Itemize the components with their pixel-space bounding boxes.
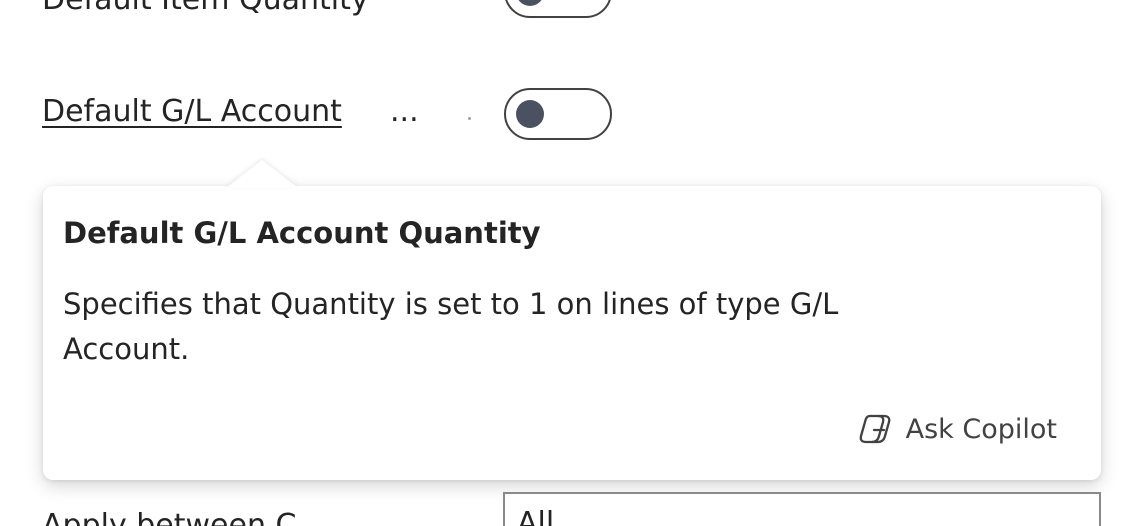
apply-between-select[interactable]: All — [503, 492, 1101, 526]
label-separator-dot — [468, 117, 471, 120]
toggle-knob — [516, 0, 544, 6]
copilot-icon — [859, 414, 891, 444]
field-label-default-gl-account-quantity[interactable]: Default G/L Account — [42, 94, 342, 129]
callout-title: Default G/L Account Quantity — [63, 216, 541, 250]
toggle-default-item-quantity[interactable] — [504, 0, 612, 18]
field-label-apply-between[interactable]: Apply between C — [42, 508, 296, 526]
label-ellipsis: ... — [390, 94, 419, 129]
ask-copilot-label: Ask Copilot — [905, 413, 1057, 445]
callout-description: Specifies that Quantity is set to 1 on l… — [63, 287, 839, 366]
page-canvas: Default Item Quantity Default G/L Accoun… — [0, 0, 1123, 526]
field-row-default-item-quantity: Default Item Quantity — [42, 0, 1102, 32]
field-row-default-gl-account-quantity: Default G/L Account ... — [42, 86, 1102, 146]
ask-copilot-button[interactable]: Ask Copilot — [858, 410, 1057, 448]
field-label-default-item-quantity[interactable]: Default Item Quantity — [42, 0, 369, 17]
apply-between-value: All — [517, 506, 555, 526]
field-help-callout: Default G/L Account Quantity Specifies t… — [43, 186, 1101, 480]
callout-beak — [226, 160, 298, 188]
toggle-knob — [516, 100, 544, 128]
toggle-default-gl-account-quantity[interactable] — [504, 88, 612, 140]
